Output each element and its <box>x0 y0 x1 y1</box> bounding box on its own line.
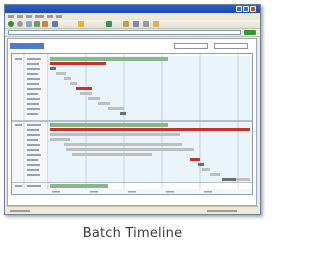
stop-icon[interactable] <box>26 21 32 27</box>
menu-bar <box>5 13 260 20</box>
browser-toolbar <box>5 20 260 29</box>
batch-header-bar-2[interactable] <box>50 123 168 127</box>
phase-bar[interactable] <box>222 178 238 181</box>
app-header <box>10 41 254 51</box>
home-icon[interactable] <box>42 21 48 27</box>
menu-favorites[interactable] <box>35 15 44 18</box>
phase-bar[interactable] <box>98 102 110 105</box>
phase-bar[interactable] <box>50 62 106 65</box>
print-icon[interactable] <box>143 21 149 27</box>
batch-header-bar-1[interactable] <box>50 57 168 61</box>
go-button[interactable] <box>244 30 256 35</box>
phase-bar[interactable] <box>108 107 124 110</box>
phase-bar[interactable] <box>190 158 200 161</box>
phase-bar[interactable] <box>198 163 204 166</box>
phase-bar[interactable] <box>202 168 210 171</box>
caption: Batch Timeline <box>82 226 183 241</box>
phase-bar[interactable] <box>56 72 66 75</box>
favorites-icon[interactable] <box>78 21 84 27</box>
phase-bar[interactable] <box>120 112 126 115</box>
close-icon[interactable] <box>250 6 256 12</box>
menu-view[interactable] <box>26 15 32 18</box>
page-content <box>7 38 257 206</box>
phase-bar[interactable] <box>70 82 77 85</box>
filter-select[interactable] <box>174 43 208 49</box>
app-tab[interactable] <box>10 43 44 49</box>
menu-edit[interactable] <box>17 15 23 18</box>
status-bar <box>7 206 258 214</box>
maximize-icon[interactable] <box>243 6 249 12</box>
phase-bar[interactable] <box>50 128 250 131</box>
address-field[interactable] <box>8 30 241 35</box>
timeline-svg <box>12 54 252 194</box>
phase-bar[interactable] <box>50 67 56 70</box>
batch-timeline-chart <box>11 53 253 195</box>
phase-bar[interactable] <box>88 97 100 100</box>
phase-bar[interactable] <box>64 77 71 80</box>
phase-bar[interactable] <box>50 138 70 141</box>
phase-bar[interactable] <box>76 87 92 90</box>
forward-icon[interactable] <box>17 21 23 27</box>
phase-bar[interactable] <box>210 173 220 176</box>
filter-select-2[interactable] <box>214 43 248 49</box>
history-icon[interactable] <box>123 21 129 27</box>
back-icon[interactable] <box>8 21 14 27</box>
browser-window <box>4 4 261 215</box>
folder-icon[interactable] <box>153 21 159 27</box>
media-icon[interactable] <box>106 21 112 27</box>
mail-icon[interactable] <box>133 21 139 27</box>
phase-bar[interactable] <box>66 148 194 151</box>
window-titlebar <box>5 5 260 13</box>
menu-help[interactable] <box>56 15 62 18</box>
menu-file[interactable] <box>8 15 14 18</box>
phase-bar[interactable] <box>236 178 250 181</box>
phase-bar[interactable] <box>50 133 180 136</box>
phase-bar[interactable] <box>64 143 182 146</box>
phase-bar[interactable] <box>80 92 92 95</box>
status-right <box>207 210 237 212</box>
minimize-icon[interactable] <box>236 6 242 12</box>
address-bar <box>5 29 260 37</box>
refresh-icon[interactable] <box>34 21 40 27</box>
phase-bar[interactable] <box>72 153 152 156</box>
status-left <box>10 210 30 212</box>
search-icon[interactable] <box>52 21 58 27</box>
batch-header-bar-3[interactable] <box>50 184 108 188</box>
menu-tools[interactable] <box>47 15 53 18</box>
